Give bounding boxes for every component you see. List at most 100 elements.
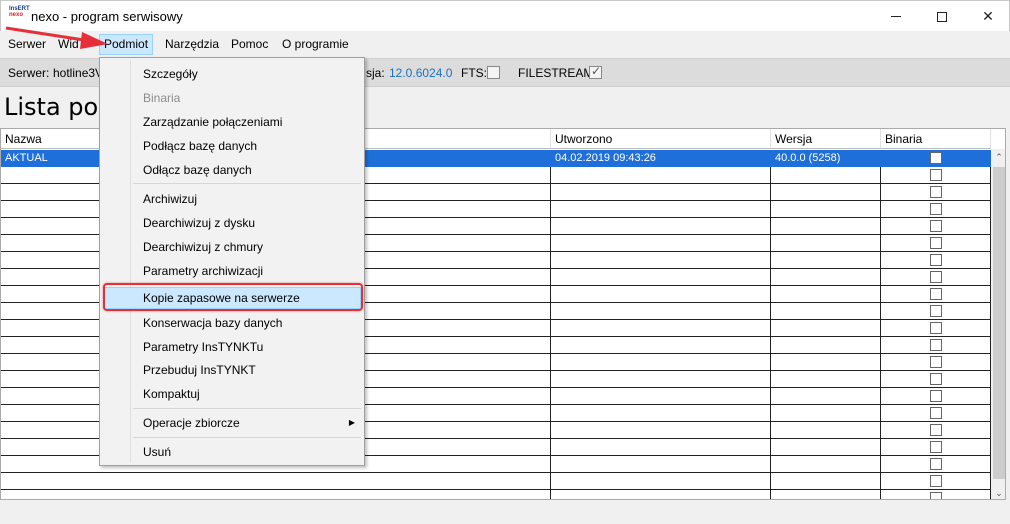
menu-item-binaria: Binaria (143, 91, 181, 105)
table-cell: 04.02.2019 09:43:26 (551, 150, 771, 167)
binaria-checkbox[interactable] (930, 407, 942, 419)
binaria-checkbox[interactable] (930, 356, 942, 368)
menu-item-dearchiwizuj-z-dysku[interactable]: Dearchiwizuj z dysku (103, 212, 361, 234)
table-cell (551, 184, 771, 201)
table-cell (551, 269, 771, 286)
minimize-button[interactable] (873, 1, 919, 32)
table-cell (881, 439, 991, 456)
binaria-checkbox[interactable] (930, 339, 942, 351)
binaria-checkbox[interactable] (930, 424, 942, 436)
menu-item-przebuduj-instynkt[interactable]: Przebuduj InsTYNKT (103, 359, 361, 381)
table-cell (551, 252, 771, 269)
server-label: Serwer: (8, 66, 50, 80)
close-button[interactable]: ✕ (965, 1, 1010, 32)
version-label: sja: (366, 66, 385, 80)
table-cell (881, 371, 991, 388)
menu-item-podlacz-baze[interactable]: Podłącz bazę danych (103, 135, 361, 157)
table-cell (551, 388, 771, 405)
column-header-utworzono[interactable]: Utworzono (551, 129, 771, 149)
binaria-checkbox[interactable] (930, 220, 942, 232)
binaria-checkbox[interactable] (930, 458, 942, 470)
binaria-checkbox[interactable] (930, 203, 942, 215)
table-cell (881, 201, 991, 218)
table-cell (771, 490, 881, 499)
binaria-checkbox[interactable] (930, 237, 942, 249)
table-cell (551, 286, 771, 303)
table-cell (881, 218, 991, 235)
table-cell (551, 473, 771, 490)
table-cell (771, 235, 881, 252)
vertical-scrollbar[interactable]: ⌃ ⌄ (991, 149, 1005, 499)
filestream-checkbox[interactable] (589, 64, 602, 79)
title-bar: InsERT nexo nexo - program serwisowy ✕ (0, 0, 1010, 31)
fts-checkbox[interactable] (487, 66, 500, 79)
column-header-wersja[interactable]: Wersja (771, 129, 881, 149)
menu-item-parametry-archiwizacji[interactable]: Parametry archiwizacji (103, 260, 361, 282)
binaria-checkbox[interactable] (930, 305, 942, 317)
table-cell (771, 456, 881, 473)
menu-item-archiwizuj[interactable]: Archiwizuj (103, 188, 361, 210)
table-cell (881, 235, 991, 252)
table-cell: 40.0.0 (5258) (771, 150, 881, 167)
table-row[interactable] (1, 490, 991, 499)
page-title: Lista pod (4, 93, 114, 121)
binaria-checkbox[interactable] (930, 288, 942, 300)
menu-o-programie[interactable]: O programie (278, 34, 353, 55)
menu-item-szczegoly[interactable]: Szczegóły (103, 63, 361, 85)
menu-item-parametry-instynktu[interactable]: Parametry InsTYNKTu (103, 336, 361, 358)
binaria-checkbox[interactable] (930, 322, 942, 334)
menu-item-operacje-zbiorcze[interactable]: Operacje zbiorcze ▶ (103, 412, 361, 434)
table-cell (771, 371, 881, 388)
binaria-checkbox[interactable] (930, 186, 942, 198)
binaria-checkbox[interactable] (930, 492, 942, 499)
filestream-label: FILESTREAM: (518, 66, 597, 80)
table-cell (551, 303, 771, 320)
table-cell (881, 473, 991, 490)
table-cell (551, 490, 771, 499)
menu-separator (133, 408, 361, 409)
table-cell (771, 201, 881, 218)
version-value: 12.0.6024.0 (389, 66, 453, 80)
menu-pomoc[interactable]: Pomoc (227, 34, 272, 55)
close-icon: ✕ (982, 8, 994, 24)
table-cell (771, 252, 881, 269)
binaria-checkbox[interactable] (930, 271, 942, 283)
binaria-checkbox[interactable] (930, 475, 942, 487)
table-cell (771, 439, 881, 456)
binaria-checkbox[interactable] (930, 152, 942, 164)
table-cell (551, 218, 771, 235)
menu-item-usun[interactable]: Usuń (103, 441, 361, 463)
menu-item-dearchiwizuj-z-chmury[interactable]: Dearchiwizuj z chmury (103, 236, 361, 258)
menu-narzedzia[interactable]: Narzędzia (161, 34, 223, 55)
binaria-checkbox[interactable] (930, 373, 942, 385)
scrollbar-thumb[interactable] (993, 167, 1005, 479)
table-cell (881, 422, 991, 439)
table-row[interactable] (1, 473, 991, 490)
maximize-button[interactable] (919, 1, 965, 32)
binaria-checkbox[interactable] (930, 254, 942, 266)
table-cell (551, 371, 771, 388)
menu-item-kompaktuj[interactable]: Kompaktuj (103, 383, 361, 405)
menu-bar: Serwer Wid Podmiot Narzędzia Pomoc O pro… (0, 31, 1010, 58)
menu-separator (133, 183, 361, 184)
column-header-binaria[interactable]: Binaria (881, 129, 991, 149)
scroll-up-icon[interactable]: ⌃ (991, 149, 1005, 165)
table-cell (881, 354, 991, 371)
table-cell (551, 405, 771, 422)
binaria-checkbox[interactable] (930, 169, 942, 181)
menu-item-zarzadzanie-polaczeniami[interactable]: Zarządzanie połączeniami (103, 111, 361, 133)
table-cell (551, 422, 771, 439)
menu-item-odlacz-baze[interactable]: Odłącz bazę danych (103, 159, 361, 181)
table-cell (551, 337, 771, 354)
binaria-checkbox[interactable] (930, 441, 942, 453)
menu-separator (133, 437, 361, 438)
table-cell (881, 269, 991, 286)
table-cell (881, 337, 991, 354)
table-cell (881, 150, 991, 167)
table-cell (881, 252, 991, 269)
scroll-down-icon[interactable]: ⌄ (991, 485, 1005, 499)
table-cell (771, 337, 881, 354)
maximize-icon (937, 11, 947, 22)
binaria-checkbox[interactable] (930, 390, 942, 402)
menu-item-konserwacja[interactable]: Konserwacja bazy danych (103, 312, 361, 334)
